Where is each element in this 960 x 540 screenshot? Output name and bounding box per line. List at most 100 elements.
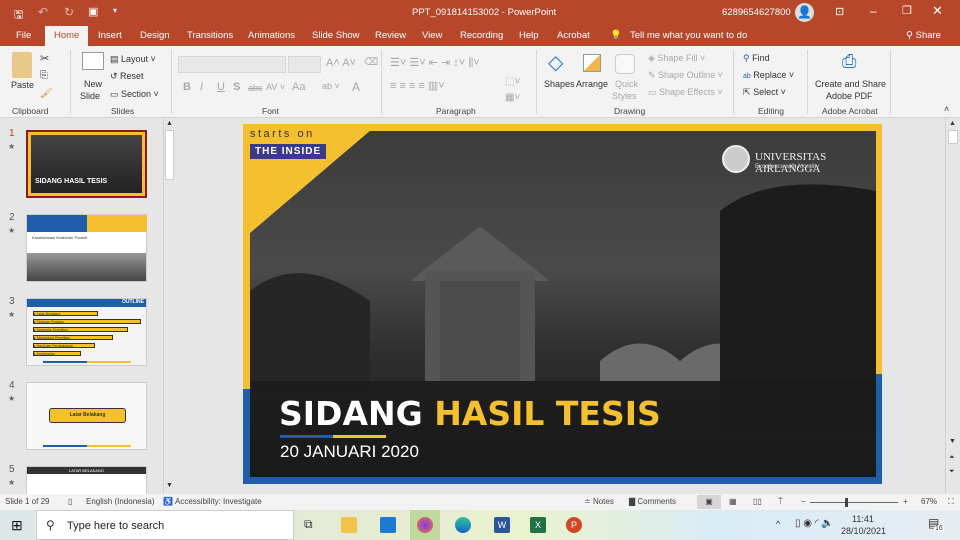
copy-icon[interactable]: ⎘ — [40, 70, 48, 81]
new-slide-button-line2[interactable]: Slide — [80, 91, 100, 101]
tray-chevron-icon[interactable]: ^ — [776, 519, 780, 529]
restore-icon[interactable]: ❐ — [902, 4, 912, 17]
avatar[interactable]: 👤 — [795, 3, 814, 22]
cut-icon[interactable]: ✂ — [40, 52, 49, 65]
taskbar-search-box[interactable]: ⚲ Type here to search — [36, 510, 294, 540]
bold-button[interactable]: B — [183, 81, 191, 93]
reading-view-button[interactable]: ▯▯ — [753, 494, 762, 510]
slide-scrollbar[interactable]: ▲ ▼ ⏶ ⏷ — [945, 118, 960, 494]
thumbnail-slide-5[interactable]: LATAR BELAKANG — [26, 466, 147, 494]
underline-button[interactable]: U — [217, 81, 225, 93]
align-text-icon[interactable]: ⬚˅ — [505, 76, 520, 87]
section-button[interactable]: ▭ Section ˅ — [110, 89, 159, 100]
collapse-ribbon-icon[interactable]: ˄ — [944, 104, 949, 114]
shape-outline-button[interactable]: ✎ Shape Outline ˅ — [648, 70, 723, 81]
tell-me-input[interactable]: Tell me what you want to do — [630, 26, 747, 46]
previous-slide-icon[interactable]: ⏶ — [949, 454, 955, 462]
customize-qat-icon[interactable]: ▾ — [113, 6, 117, 15]
scroll-up-icon[interactable]: ▲ — [949, 120, 956, 127]
new-slide-button[interactable]: New — [84, 79, 102, 89]
word-icon[interactable]: W — [494, 517, 510, 533]
redo-icon[interactable]: ↻ — [64, 5, 74, 19]
tray-icons[interactable]: ▯ ◉ ◜ 🔈 — [795, 518, 834, 529]
format-painter-icon[interactable]: 🖌 — [40, 88, 53, 99]
language-status[interactable]: English (Indonesia) — [86, 494, 154, 510]
tab-file[interactable]: File — [16, 26, 31, 46]
font-family-select[interactable] — [178, 56, 286, 73]
replace-button[interactable]: ab Replace ˅ — [743, 70, 794, 80]
thumbnail-slide-3[interactable]: OUTLINE ▸ Latar Belakang ▸ Tinjauan Pust… — [26, 298, 147, 366]
quick-styles-button[interactable]: Quick — [615, 79, 638, 89]
thumbnails-scrollbar[interactable]: ▲ ▼ — [163, 118, 175, 494]
tab-help[interactable]: Help — [519, 26, 539, 46]
windows-start-icon[interactable]: ⊞ — [11, 517, 23, 534]
close-icon[interactable]: ✕ — [932, 3, 943, 19]
create-pdf-button-line2[interactable]: Adobe PDF — [826, 91, 873, 101]
slide-canvas[interactable]: starts on THE INSIDE UNIVERSITAS AIRLANG… — [243, 124, 882, 484]
fit-slide-icon[interactable]: ⛶ — [948, 494, 954, 510]
scroll-up-icon[interactable]: ▲ — [166, 120, 173, 127]
thumbnail-slide-1[interactable]: SIDANG HASIL TESIS — [26, 130, 147, 198]
slide-sorter-button[interactable]: ▦ — [729, 494, 737, 510]
comments-button[interactable]: ▇ Comments — [629, 494, 676, 510]
edge-icon[interactable] — [455, 517, 471, 533]
scroll-down-icon[interactable]: ▼ — [166, 482, 173, 489]
zoom-slider-thumb[interactable] — [845, 498, 849, 507]
save-icon[interactable]: 🖫 — [14, 6, 23, 25]
tab-design[interactable]: Design — [140, 26, 170, 46]
clock-date[interactable]: 28/10/2021 — [841, 526, 886, 536]
font-color-button[interactable]: A — [352, 80, 360, 94]
tab-insert[interactable]: Insert — [98, 26, 122, 46]
tab-view[interactable]: View — [422, 26, 442, 46]
clear-format-icon[interactable]: ⌫ — [364, 57, 378, 68]
select-button[interactable]: ⇱ Select ˅ — [743, 87, 786, 98]
firefox-icon[interactable] — [417, 517, 433, 533]
thumbnail-slide-4[interactable]: Latar Belakang — [26, 382, 147, 450]
tab-acrobat[interactable]: Acrobat — [557, 26, 590, 46]
shapes-button[interactable]: Shapes — [544, 79, 575, 89]
tab-home[interactable]: Home — [45, 26, 89, 46]
tab-transitions[interactable]: Transitions — [187, 26, 233, 46]
reset-button[interactable]: ↺ Reset — [110, 71, 144, 82]
notes-button[interactable]: ≐ Notes — [584, 494, 614, 510]
scroll-thumb[interactable] — [948, 130, 958, 144]
clock-time[interactable]: 11:41 — [852, 514, 874, 524]
powerpoint-icon[interactable]: P — [566, 517, 582, 533]
strikethrough-icon[interactable]: abc — [248, 83, 263, 93]
align-icons[interactable]: ≡ ≡ ≡ ≡ ▥˅ — [390, 79, 445, 92]
thumbnail-slide-2[interactable]: Karakterisasi Molekuler Parasit — [26, 214, 147, 282]
accessibility-status[interactable]: Accessibility: Investigate — [175, 494, 262, 510]
present-icon[interactable]: ▣ — [88, 5, 98, 18]
scroll-down-icon[interactable]: ▼ — [949, 438, 956, 445]
tab-review[interactable]: Review — [375, 26, 406, 46]
smartart-icon[interactable]: ▦˅ — [505, 92, 520, 103]
next-slide-icon[interactable]: ⏷ — [949, 468, 955, 476]
font-size-select[interactable] — [288, 56, 321, 73]
increase-font-icon[interactable]: A˄ A˅ — [326, 57, 356, 69]
user-name[interactable]: 6289654627800 — [722, 7, 791, 18]
tab-slide-show[interactable]: Slide Show — [312, 26, 360, 46]
bullets-icon[interactable]: ☰˅ ☰˅ ⇤ ⇥ ↕˅ ⫼˅ — [390, 56, 480, 70]
arrange-button[interactable]: Arrange — [576, 79, 608, 89]
scroll-thumb[interactable] — [165, 130, 174, 180]
undo-icon[interactable]: ↶ — [38, 5, 48, 19]
tab-animations[interactable]: Animations — [248, 26, 295, 46]
paste-button[interactable]: Paste — [11, 80, 34, 90]
create-pdf-button[interactable]: Create and Share — [815, 79, 886, 89]
quick-styles-button-line2[interactable]: Styles — [612, 91, 637, 101]
find-button[interactable]: ⚲ Find — [743, 53, 770, 64]
zoom-level[interactable]: 67% — [921, 494, 937, 510]
change-case-button[interactable]: Aa — [292, 81, 305, 93]
minimize-icon[interactable]: – — [870, 4, 877, 18]
shape-effects-button[interactable]: ▭ Shape Effects ˅ — [648, 87, 723, 98]
italic-button[interactable]: I — [200, 81, 203, 93]
char-spacing-icon[interactable]: AV ˅ — [266, 82, 285, 92]
tab-recording[interactable]: Recording — [460, 26, 503, 46]
normal-view-button[interactable]: ▣ — [697, 495, 721, 509]
zoom-in-button[interactable]: + — [903, 494, 908, 510]
slideshow-button[interactable]: ⍑ — [778, 494, 783, 510]
file-explorer-icon[interactable] — [341, 517, 357, 533]
highlight-icon[interactable]: ab ˅ — [322, 81, 340, 91]
zoom-out-button[interactable]: − — [801, 494, 806, 510]
zoom-slider[interactable] — [810, 502, 898, 503]
